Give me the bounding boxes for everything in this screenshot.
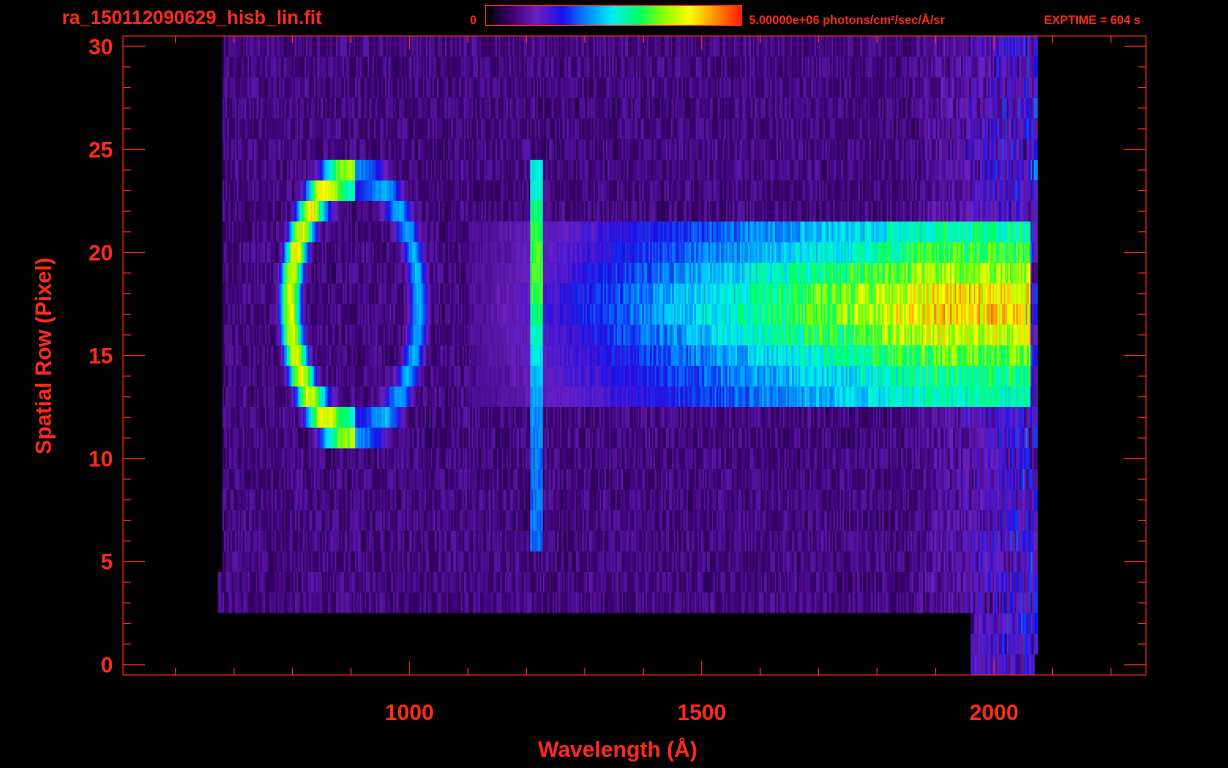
heatmap-pixels	[217, 36, 1038, 675]
heatmap-cell	[1033, 633, 1038, 655]
heatmap-cell	[1033, 613, 1038, 634]
spectral-image-plot: 1000 1500 2000051015202530	[89, 34, 1147, 725]
heatmap-cell	[1033, 592, 1038, 614]
heatmap-cell	[1033, 551, 1038, 572]
heatmap-cell	[1033, 510, 1038, 531]
heatmap-cell	[1033, 448, 1038, 469]
heatmap-cell	[1030, 654, 1035, 675]
heatmap-cell	[1033, 427, 1038, 449]
heatmap-cell	[1033, 468, 1038, 490]
heatmap-cell	[1033, 571, 1038, 593]
heatmap-cell	[1033, 530, 1038, 552]
heatmap-cell	[1033, 489, 1038, 511]
